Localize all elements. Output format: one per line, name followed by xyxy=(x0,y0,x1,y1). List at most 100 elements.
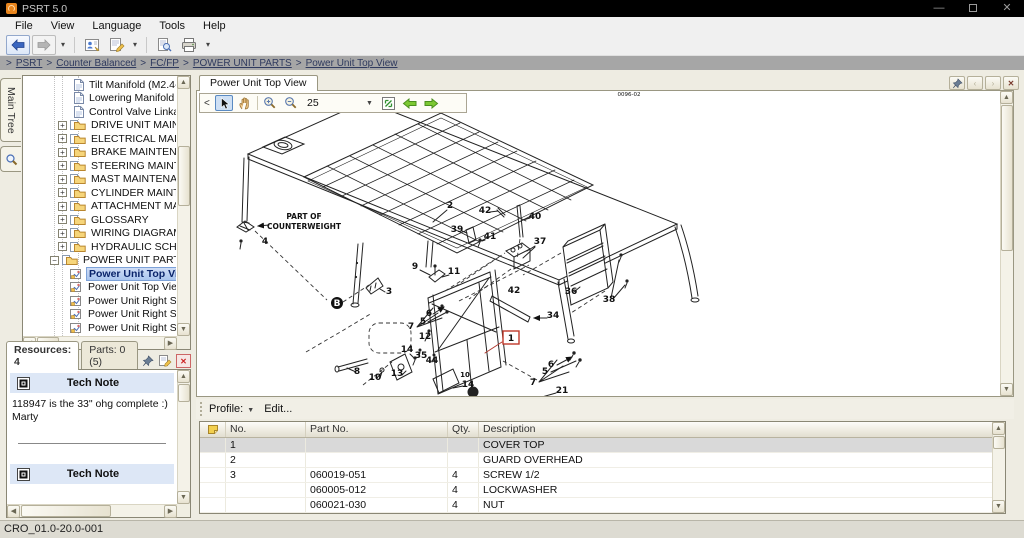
pan-tool-button[interactable] xyxy=(236,95,254,111)
tree-item[interactable]: Lowering Manifold (M xyxy=(24,92,176,106)
tree-item[interactable]: +STEERING MAINTENANC xyxy=(24,159,176,173)
tree-item[interactable]: +DRIVE UNIT MAINTENAN xyxy=(24,119,176,133)
minus-expander-icon[interactable]: − xyxy=(50,256,59,265)
plus-expander-icon[interactable]: + xyxy=(58,188,67,197)
minimize-button[interactable]: — xyxy=(922,0,956,18)
viewer-vertical-scrollbar[interactable]: ▲ ▼ xyxy=(1000,91,1013,396)
main-tree-tab[interactable]: Main Tree xyxy=(0,78,21,142)
profile-edit-button[interactable]: Edit... xyxy=(264,403,292,415)
resources-horizontal-scrollbar[interactable]: ◀ ▶ xyxy=(7,504,177,517)
plus-expander-icon[interactable]: + xyxy=(58,148,67,157)
part-callout: 14 xyxy=(401,345,414,355)
breadcrumb-link[interactable]: FC/FP xyxy=(150,58,179,69)
document-tab[interactable]: Power Unit Top View xyxy=(199,75,318,91)
column-header-qty[interactable]: Qty. xyxy=(448,422,479,437)
parts-table-row[interactable]: 2GUARD OVERHEAD xyxy=(200,453,992,468)
tab-parts[interactable]: Parts: 0 (5) xyxy=(81,341,138,370)
menu-help[interactable]: Help xyxy=(194,20,235,32)
fit-view-button[interactable] xyxy=(380,95,398,111)
column-header-description[interactable]: Description xyxy=(479,422,992,437)
zoom-in-button[interactable] xyxy=(261,95,279,111)
close-button[interactable]: ✕ xyxy=(990,0,1024,18)
plus-expander-icon[interactable]: + xyxy=(58,215,67,224)
tree-item[interactable]: +HYDRAULIC SCHEMATIC xyxy=(24,240,176,254)
search-tab[interactable] xyxy=(0,146,21,172)
collapse-toolbar-button[interactable]: < xyxy=(204,98,212,109)
tech-note-header[interactable]: Tech Note xyxy=(10,464,174,484)
edit-note-button[interactable] xyxy=(158,354,173,368)
print-dropdown-caret[interactable]: ▾ xyxy=(203,40,213,49)
resources-vertical-scrollbar[interactable]: ▲ ▼ xyxy=(177,370,190,504)
breadcrumb-link[interactable]: POWER UNIT PARTS xyxy=(193,58,292,69)
plus-expander-icon[interactable]: + xyxy=(58,161,67,170)
row-marker-column-header[interactable] xyxy=(200,422,226,437)
tree-item-label: Power Unit Right Side Vie xyxy=(86,308,176,320)
toolbar-separator xyxy=(146,37,147,53)
plus-expander-icon[interactable]: + xyxy=(58,134,67,143)
parts-table-row[interactable]: 060021-0304NUT xyxy=(200,498,992,513)
close-view-button[interactable]: ✕ xyxy=(1003,76,1019,90)
tree-item[interactable]: +MAST MAINTENANCE xyxy=(24,173,176,187)
menu-file[interactable]: File xyxy=(6,20,42,32)
menu-language[interactable]: Language xyxy=(83,20,150,32)
parts-table-row[interactable]: 1COVER TOP xyxy=(200,438,992,453)
part-callout: 0096-02 xyxy=(618,92,641,98)
tree-item[interactable]: Power Unit Right Side Vie xyxy=(24,321,176,335)
tree-item[interactable]: Power Unit Top View xyxy=(24,267,176,281)
tree-item[interactable]: + WIRING DIAGRAMS xyxy=(24,227,176,241)
tech-note-header[interactable]: Tech Note xyxy=(10,373,174,393)
plus-expander-icon[interactable]: + xyxy=(58,175,67,184)
toolbar-grip[interactable] xyxy=(200,402,203,416)
next-sheet-button[interactable] xyxy=(422,95,440,111)
breadcrumb-link[interactable]: Power Unit Top View xyxy=(306,58,398,69)
tree-item[interactable]: +GLOSSARY xyxy=(24,213,176,227)
column-header-part-no[interactable]: Part No. xyxy=(306,422,448,437)
pin-view-button[interactable] xyxy=(949,76,965,90)
selected-part-callout[interactable]: 1 xyxy=(508,334,514,344)
pin-panel-button[interactable] xyxy=(140,354,155,368)
menu-tools[interactable]: Tools xyxy=(150,20,194,32)
plus-expander-icon[interactable]: + xyxy=(58,229,67,238)
column-header-no[interactable]: No. xyxy=(226,422,306,437)
forward-button[interactable] xyxy=(32,35,56,55)
tree-vertical-scrollbar[interactable]: ▲ ▼ xyxy=(177,76,190,336)
zoom-level-input[interactable]: 25 xyxy=(303,97,363,109)
plus-expander-icon[interactable]: + xyxy=(58,121,67,130)
tree-item[interactable]: Tilt Manifold (M2.4-20 xyxy=(24,78,176,92)
breadcrumb-link[interactable]: Counter Balanced xyxy=(56,58,136,69)
contact-search-button[interactable] xyxy=(81,35,104,55)
tree-item[interactable]: +ATTACHMENT MAINTEN. xyxy=(24,200,176,214)
previous-sheet-button[interactable] xyxy=(401,95,419,111)
previous-view-button[interactable]: ‹ xyxy=(967,76,983,90)
tree-item[interactable]: Power Unit Top View (01 xyxy=(24,281,176,295)
tree-item[interactable]: +ELECTRICAL MAINTENAI xyxy=(24,132,176,146)
tree-item[interactable]: Power Unit Right Side Vie xyxy=(24,308,176,322)
tree-item[interactable]: −POWER UNIT PARTS xyxy=(24,254,176,268)
annotation-dropdown-caret[interactable]: ▾ xyxy=(130,40,140,49)
menu-view[interactable]: View xyxy=(42,20,84,32)
tree-item[interactable]: Control Valve Linkage xyxy=(24,105,176,119)
zoom-dropdown-caret[interactable]: ▼ xyxy=(366,100,373,107)
next-view-button[interactable]: › xyxy=(985,76,1001,90)
history-dropdown-caret[interactable]: ▾ xyxy=(58,40,68,49)
annotation-button[interactable] xyxy=(106,35,128,55)
zoom-out-button[interactable] xyxy=(282,95,300,111)
tree-item[interactable]: +BRAKE MAINTENANCE xyxy=(24,146,176,160)
parts-table-row[interactable]: 3060019-0514SCREW 1/2 xyxy=(200,468,992,483)
tab-resources[interactable]: Resources: 4 xyxy=(6,341,79,370)
plus-expander-icon[interactable]: + xyxy=(58,202,67,211)
print-preview-button[interactable] xyxy=(153,35,175,55)
maximize-button[interactable] xyxy=(956,0,990,18)
table-vertical-scrollbar[interactable]: ▲ ▼ xyxy=(992,422,1005,513)
profile-dropdown-caret[interactable]: ▼ xyxy=(247,407,254,414)
tree-item[interactable]: Power Unit Right Side Vie xyxy=(24,294,176,308)
back-button[interactable] xyxy=(6,35,30,55)
print-button[interactable] xyxy=(177,35,201,55)
close-panel-button[interactable]: ✕ xyxy=(176,354,191,368)
parts-table-row[interactable]: 060005-0124LOCKWASHER xyxy=(200,483,992,498)
tree-item[interactable]: +CYLINDER MAINTENANC xyxy=(24,186,176,200)
select-tool-button[interactable] xyxy=(215,95,233,111)
plus-expander-icon[interactable]: + xyxy=(58,242,67,251)
tree-item-label: WIRING DIAGRAMS xyxy=(89,227,176,239)
breadcrumb-link[interactable]: PSRT xyxy=(16,58,43,69)
